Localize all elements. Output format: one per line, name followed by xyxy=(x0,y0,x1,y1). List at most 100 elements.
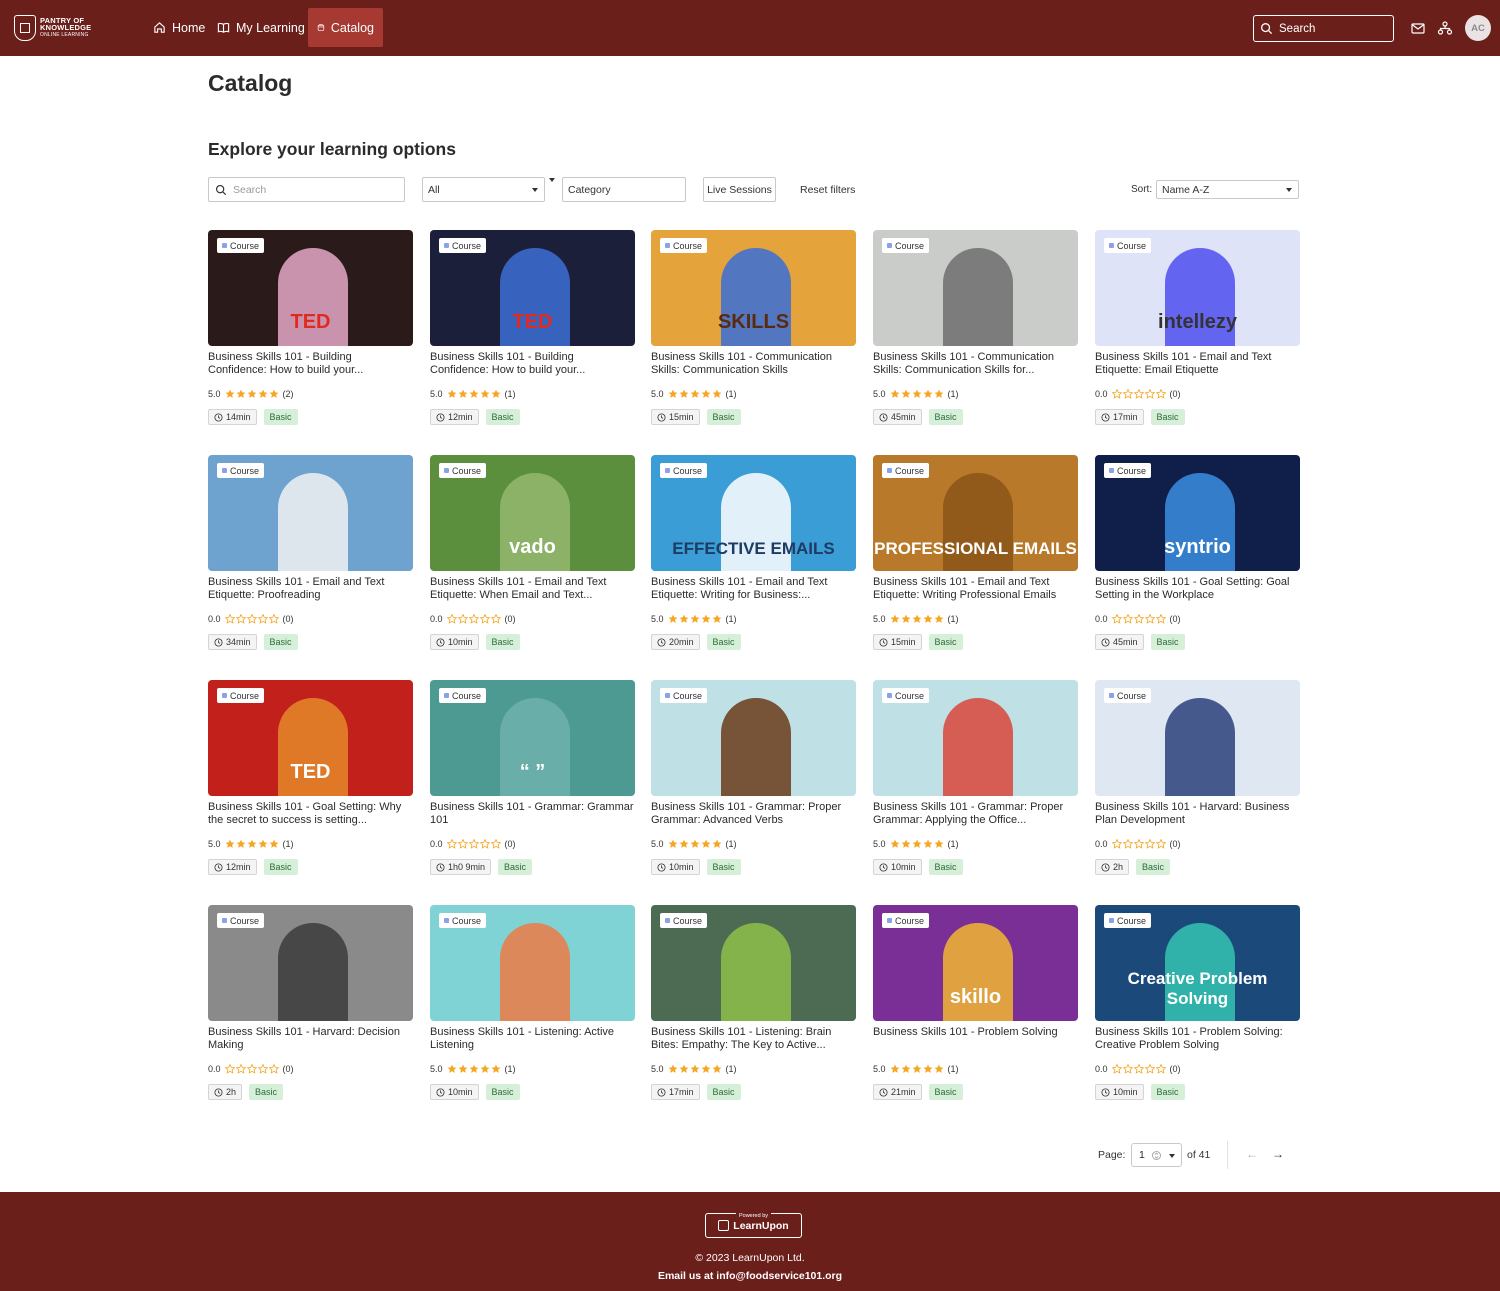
course-thumbnail[interactable]: skillo Course xyxy=(873,905,1078,1021)
course-card[interactable]: TED Course Business Skills 101 - Building … xyxy=(208,230,413,440)
contact-email[interactable]: Email us at info@foodservice101.org xyxy=(0,1270,1500,1282)
course-title[interactable]: Business Skills 101 - Grammar: Proper Gr… xyxy=(873,801,1078,828)
star-filled-icon xyxy=(934,389,943,398)
course-title[interactable]: Business Skills 101 - Harvard: Decision … xyxy=(208,1026,413,1053)
course-card[interactable]: Course Business Skills 101 - Grammar: Pro… xyxy=(873,680,1078,890)
nav-home[interactable]: Home xyxy=(144,8,214,47)
star-filled-icon xyxy=(480,389,489,398)
star-empty-icon xyxy=(1155,839,1166,849)
course-thumbnail[interactable]: EFFECTIVE EMAILS Course xyxy=(651,455,856,571)
thumbnail-text: syntrio xyxy=(1164,536,1231,558)
course-thumbnail[interactable]: Course xyxy=(873,680,1078,796)
course-thumbnail[interactable]: Course xyxy=(1095,680,1300,796)
course-title[interactable]: Business Skills 101 - Email and Text Eti… xyxy=(208,576,413,603)
rating-count: (1) xyxy=(725,389,737,399)
course-title[interactable]: Business Skills 101 - Email and Text Eti… xyxy=(873,576,1078,603)
learnupon-brand: LearnUpon xyxy=(733,1219,789,1232)
course-title[interactable]: Business Skills 101 - Building Confidenc… xyxy=(208,351,413,378)
course-thumbnail[interactable]: SKILLS Course xyxy=(651,230,856,346)
level-chip: Basic xyxy=(263,859,298,875)
category-select-value: Category xyxy=(568,183,611,196)
course-title[interactable]: Business Skills 101 - Listening: Brain B… xyxy=(651,1026,856,1053)
course-thumbnail[interactable]: Course xyxy=(208,905,413,1021)
course-card[interactable]: TED Course Business Skills 101 - Building … xyxy=(430,230,635,440)
course-thumbnail[interactable]: TED Course xyxy=(208,680,413,796)
level-chip: Basic xyxy=(706,634,741,650)
course-card[interactable]: SKILLS Course Business Skills 101 - Commun… xyxy=(651,230,856,440)
type-select[interactable]: All xyxy=(422,177,545,202)
course-card[interactable]: syntrio Course Business Skills 101 - Goal … xyxy=(1095,455,1300,665)
logo[interactable]: PANTRY OF KNOWLEDGE ONLINE LEARNING xyxy=(14,14,104,42)
course-card[interactable]: Course Business Skills 101 - Communicatio… xyxy=(873,230,1078,440)
course-title[interactable]: Business Skills 101 - Grammar: Grammar 1… xyxy=(430,801,635,828)
course-card[interactable]: intellezy Course Business Skills 101 - Ema… xyxy=(1095,230,1300,440)
org-chart-icon[interactable] xyxy=(1437,20,1453,36)
course-title[interactable]: Business Skills 101 - Grammar: Proper Gr… xyxy=(651,801,856,828)
course-thumbnail[interactable]: Creative Problem Solving Course xyxy=(1095,905,1300,1021)
course-title[interactable]: Business Skills 101 - Harvard: Business … xyxy=(1095,801,1300,828)
course-title[interactable]: Business Skills 101 - Goal Setting: Why … xyxy=(208,801,413,828)
global-search[interactable]: Search xyxy=(1253,15,1394,42)
nav-catalog[interactable]: Catalog xyxy=(308,8,383,47)
course-title[interactable]: Business Skills 101 - Email and Text Eti… xyxy=(430,576,635,603)
live-sessions-button[interactable]: Live Sessions xyxy=(703,177,776,202)
nav-my-learning[interactable]: My Learning xyxy=(208,8,314,47)
stepper-icon[interactable] xyxy=(1152,1150,1161,1161)
course-card[interactable]: Course Business Skills 101 - Harvard: Dec… xyxy=(208,905,413,1115)
course-card[interactable]: vado Course Business Skills 101 - Email an… xyxy=(430,455,635,665)
category-select[interactable]: Category xyxy=(562,177,686,202)
course-thumbnail[interactable]: PROFESSIONAL EMAILS Course xyxy=(873,455,1078,571)
mail-icon[interactable] xyxy=(1410,20,1426,36)
course-badge-label: Course xyxy=(1117,240,1147,251)
course-card[interactable]: PROFESSIONAL EMAILS Course Business Skills… xyxy=(873,455,1078,665)
course-thumbnail[interactable]: TED Course xyxy=(208,230,413,346)
course-thumbnail[interactable]: “ ” Course xyxy=(430,680,635,796)
clock-icon xyxy=(214,862,223,872)
course-title[interactable]: Business Skills 101 - Communication Skil… xyxy=(873,351,1078,378)
course-thumbnail[interactable]: intellezy Course xyxy=(1095,230,1300,346)
course-title[interactable]: Business Skills 101 - Email and Text Eti… xyxy=(1095,351,1300,378)
catalog-search-input[interactable]: Search xyxy=(208,177,405,202)
course-title[interactable]: Business Skills 101 - Goal Setting: Goal… xyxy=(1095,576,1300,603)
course-rating: 0.0 (0) xyxy=(430,838,516,850)
course-card[interactable]: Course Business Skills 101 - Grammar: Pro… xyxy=(651,680,856,890)
course-badge-label: Course xyxy=(895,240,925,251)
course-thumbnail[interactable]: Course xyxy=(651,905,856,1021)
course-card[interactable]: skillo Course Business Skills 101 - Proble… xyxy=(873,905,1078,1115)
sort-select[interactable]: Name A-Z xyxy=(1156,180,1299,199)
course-thumbnail[interactable]: TED Course xyxy=(430,230,635,346)
course-card[interactable]: Course Business Skills 101 - Harvard: Bus… xyxy=(1095,680,1300,890)
course-thumbnail[interactable]: syntrio Course xyxy=(1095,455,1300,571)
duration-value: 15min xyxy=(891,637,916,647)
course-card[interactable]: EFFECTIVE EMAILS Course Business Skills 10… xyxy=(651,455,856,665)
course-card[interactable]: TED Course Business Skills 101 - Goal Sett… xyxy=(208,680,413,890)
course-card[interactable]: Course Business Skills 101 - Listening: B… xyxy=(651,905,856,1115)
course-thumbnail[interactable]: Course xyxy=(651,680,856,796)
course-card[interactable]: Course Business Skills 101 - Email and Te… xyxy=(208,455,413,665)
next-page-button[interactable]: → xyxy=(1272,1147,1284,1161)
course-title[interactable]: Business Skills 101 - Email and Text Eti… xyxy=(651,576,856,603)
chevron-down-icon[interactable] xyxy=(1169,1154,1175,1158)
course-thumbnail[interactable]: vado Course xyxy=(430,455,635,571)
course-badge: Course xyxy=(882,688,930,703)
course-thumbnail[interactable]: Course xyxy=(208,455,413,571)
duration-chip: 10min xyxy=(430,1084,479,1100)
course-title[interactable]: Business Skills 101 - Problem Solving xyxy=(873,1026,1078,1053)
course-title[interactable]: Business Skills 101 - Problem Solving: C… xyxy=(1095,1026,1300,1053)
course-card[interactable]: Course Business Skills 101 - Listening: A… xyxy=(430,905,635,1115)
prev-page-button[interactable]: ← xyxy=(1246,1147,1258,1161)
reset-filters-button[interactable]: Reset filters xyxy=(800,177,855,202)
level-chip: Basic xyxy=(1150,409,1185,425)
course-title[interactable]: Business Skills 101 - Building Confidenc… xyxy=(430,351,635,378)
course-title[interactable]: Business Skills 101 - Listening: Active … xyxy=(430,1026,635,1053)
course-badge: Course xyxy=(660,913,708,928)
rating-count: (1) xyxy=(282,839,294,849)
learnupon-logo[interactable]: Powered by LearnUpon xyxy=(705,1213,802,1238)
course-thumbnail[interactable]: Course xyxy=(430,905,635,1021)
course-card[interactable]: “ ” Course Business Skills 101 - Grammar: … xyxy=(430,680,635,890)
avatar[interactable]: AC xyxy=(1465,15,1491,41)
course-title[interactable]: Business Skills 101 - Communication Skil… xyxy=(651,351,856,378)
page-number-input[interactable]: 1 xyxy=(1131,1143,1182,1167)
course-card[interactable]: Creative Problem Solving Course Business S… xyxy=(1095,905,1300,1115)
course-thumbnail[interactable]: Course xyxy=(873,230,1078,346)
